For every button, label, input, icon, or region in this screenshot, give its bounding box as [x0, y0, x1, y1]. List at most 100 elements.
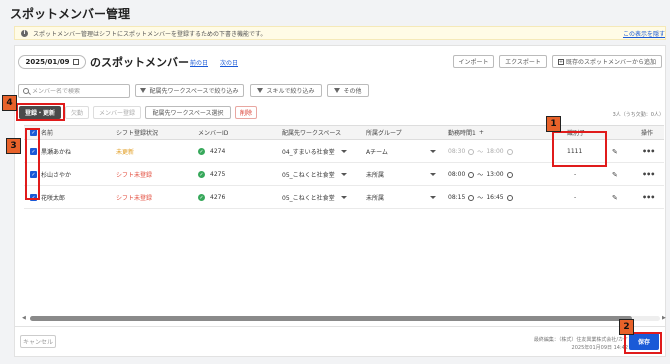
- pencil-icon[interactable]: ✎: [612, 141, 618, 162]
- member-id-cell: ✓ 4275: [198, 164, 225, 185]
- workspace-select-button[interactable]: 配属先ワークスペース選択: [145, 106, 231, 119]
- start-time: 08:30: [448, 148, 466, 155]
- start-time: 08:00: [448, 171, 466, 178]
- annotation-badge-3: 3: [6, 138, 21, 154]
- end-time: 16:45: [486, 194, 504, 201]
- search-icon: [23, 88, 29, 94]
- group-value: Aチーム: [366, 149, 388, 156]
- group-select[interactable]: 未所属: [366, 187, 436, 208]
- hide-notice-link[interactable]: この表示を隠す: [623, 29, 665, 38]
- more-icon[interactable]: •••: [642, 141, 655, 162]
- more-icon[interactable]: •••: [642, 164, 655, 185]
- cancel-button[interactable]: キャンセル: [20, 335, 56, 348]
- more-icon[interactable]: •••: [642, 187, 655, 208]
- col-work-time: 勤務時間1 +: [448, 126, 484, 139]
- plus-icon: +: [557, 58, 564, 65]
- import-button[interactable]: インポート: [453, 55, 494, 68]
- other-filter-label: その他: [343, 88, 362, 95]
- pencil-icon[interactable]: ✎: [612, 187, 618, 208]
- notice-text: スポットメンバー管理はシフトにスポットメンバーを登録するための下書き機能です。: [33, 30, 267, 38]
- shift-status: シフト未登録: [116, 195, 153, 202]
- clock-icon: [468, 171, 475, 178]
- add-existing-button[interactable]: + 既存のスポットメンバーから追加: [552, 55, 662, 68]
- export-button[interactable]: エクスポート: [499, 55, 547, 68]
- member-id: 4275: [210, 171, 226, 178]
- time-separator: ～: [477, 149, 484, 156]
- group-value: 未所属: [366, 172, 385, 179]
- filter-icon: [334, 88, 341, 93]
- member-id-cell: ✓ 4276: [198, 187, 225, 208]
- prev-day-link[interactable]: 前の日: [190, 58, 208, 67]
- workspace-value: 05_こねくと社食堂: [282, 195, 335, 202]
- identifier: -: [574, 194, 577, 201]
- annotation-box-3: [25, 128, 40, 200]
- member-search[interactable]: [18, 84, 130, 98]
- group-select[interactable]: 未所属: [366, 164, 436, 185]
- filter-icon: [140, 88, 147, 93]
- chevron-down-icon: [430, 196, 436, 199]
- page-title: スポットメンバー管理: [10, 7, 131, 21]
- member-id: 4276: [210, 194, 226, 201]
- identifier: -: [574, 171, 577, 178]
- last-edit-info: 最終編集：（株式）住友興業株式会社/カケ 2025年01月09日 14:42: [534, 336, 628, 352]
- col-shift-status: シフト登録状況: [116, 130, 159, 137]
- table-row[interactable]: ✓ 花咲太郎 シフト未登録 ✓ 4276 05_こねくと社食堂 未所属 08:1…: [24, 187, 664, 209]
- work-time[interactable]: 08:15 ～ 16:45: [448, 187, 516, 208]
- clock-icon: [506, 171, 513, 178]
- other-filter-button[interactable]: その他: [327, 84, 369, 97]
- annotation-badge-4: 4: [2, 95, 17, 111]
- annotation-box-1: [552, 131, 607, 167]
- member-id-cell: ✓ 4274: [198, 141, 225, 162]
- workspace-select[interactable]: 05_こねくと社食堂: [282, 164, 347, 185]
- chevron-down-icon: [340, 150, 347, 153]
- time-separator: ～: [477, 172, 484, 179]
- work-time[interactable]: 08:00 ～ 13:00: [448, 164, 516, 185]
- clock-icon: [506, 148, 513, 155]
- skill-filter-button[interactable]: スキルで絞り込み: [250, 84, 322, 97]
- table-row[interactable]: ✓ 杉山さやか シフト未登録 ✓ 4275 05_こねくと社食堂 未所属 08:…: [24, 164, 664, 186]
- workspace-filter-button[interactable]: 配属先ワークスペースで絞り込み: [135, 84, 244, 97]
- shift-status: 未更新: [116, 149, 135, 156]
- group-value: 未所属: [366, 195, 385, 202]
- date-picker[interactable]: 2025/01/09: [18, 55, 86, 69]
- scrollbar-thumb[interactable]: [30, 316, 632, 321]
- annotation-badge-1: 1: [546, 116, 561, 132]
- member-register-button[interactable]: メンバー登録: [93, 106, 141, 119]
- check-circle-icon: ✓: [198, 194, 205, 201]
- scroll-left-icon[interactable]: ◀: [22, 315, 26, 321]
- next-day-link[interactable]: 次の日: [220, 58, 238, 67]
- end-time: 18:00: [486, 148, 504, 155]
- clock-icon: [468, 148, 475, 155]
- workspace-filter-label: 配属先ワークスペースで絞り込み: [149, 88, 239, 95]
- last-edit-user: 最終編集：（株式）住友興業株式会社/カケ: [533, 337, 628, 343]
- start-time: 08:15: [448, 194, 466, 201]
- annotation-badge-2: 2: [619, 319, 634, 335]
- scroll-right-icon[interactable]: ▶: [662, 315, 666, 321]
- workspace-select[interactable]: 04_すまいる社食堂: [282, 141, 347, 162]
- pencil-icon[interactable]: ✎: [612, 164, 618, 185]
- col-actions: 操作: [641, 130, 654, 137]
- chevron-down-icon: [430, 150, 436, 153]
- end-time: 13:00: [486, 171, 504, 178]
- delete-button[interactable]: 削除: [235, 106, 257, 119]
- add-time-icon[interactable]: +: [479, 129, 484, 136]
- annotation-box-2: [624, 332, 662, 354]
- notice-bar: i スポットメンバー管理はシフトにスポットメンバーを登録するための下書き機能です…: [14, 26, 666, 40]
- footer-divider: [14, 326, 666, 327]
- shift-status: シフト未登録: [116, 172, 153, 179]
- work-time[interactable]: 08:30 ～ 18:00: [448, 141, 516, 162]
- search-input[interactable]: [32, 87, 127, 95]
- clock-icon: [506, 194, 513, 201]
- absent-button[interactable]: 欠勤: [65, 106, 89, 119]
- chevron-down-icon: [340, 173, 347, 176]
- col-member-id: メンバーID: [198, 130, 229, 137]
- annotation-box-4: [16, 103, 65, 121]
- col-work-time-label: 勤務時間1: [448, 130, 476, 137]
- check-circle-icon: ✓: [198, 148, 205, 155]
- date-value: 2025/01/09: [25, 58, 70, 66]
- workspace-select[interactable]: 05_こねくと社食堂: [282, 187, 347, 208]
- group-select[interactable]: Aチーム: [366, 141, 436, 162]
- filter-icon: [257, 88, 264, 93]
- workspace-value: 05_こねくと社食堂: [282, 172, 335, 179]
- add-existing-label: 既存のスポットメンバーから追加: [565, 59, 656, 66]
